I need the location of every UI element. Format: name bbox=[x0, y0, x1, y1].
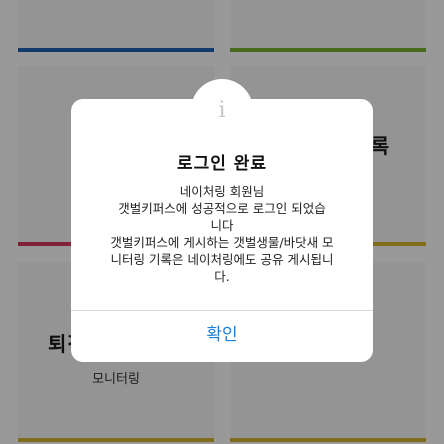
login-complete-dialog: 로그인 완료 네이처링 회원님 갯벌키퍼스에 성공적으로 로그인 되었습 니다 … bbox=[71, 99, 373, 362]
message-line: 니터링 기록은 네이처링에도 공유 게시됩니 bbox=[110, 252, 334, 267]
message-line: 갯벌키퍼스에 게시하는 갯벌생물/바닷새 모 bbox=[110, 235, 334, 250]
message-line: 네이처링 회원님 bbox=[179, 184, 265, 199]
confirm-button[interactable]: 확인 bbox=[71, 311, 373, 361]
info-icon: i bbox=[218, 98, 226, 123]
dialog-message: 네이처링 회원님 갯벌키퍼스에 성공적으로 로그인 되었습 니다 갯벌키퍼스에 … bbox=[91, 183, 353, 285]
message-line: 다. bbox=[214, 269, 230, 284]
message-line: 니다 bbox=[210, 218, 234, 233]
dialog-title: 로그인 완료 bbox=[176, 154, 268, 174]
message-line: 갯벌키퍼스에 성공적으로 로그인 되었습 bbox=[118, 201, 326, 216]
